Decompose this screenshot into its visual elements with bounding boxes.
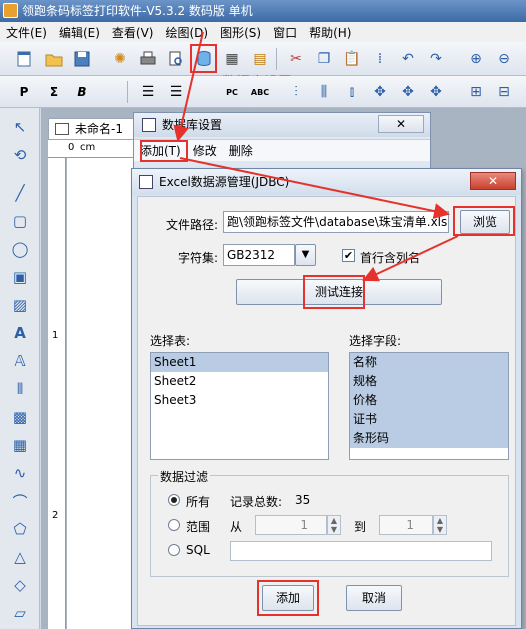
- arrow-db-to-add-menu: [173, 31, 204, 142]
- arrow-add-to-browse: [179, 157, 450, 219]
- arrow-browse-to-test: [362, 235, 459, 282]
- annotation-arrows: [173, 31, 459, 282]
